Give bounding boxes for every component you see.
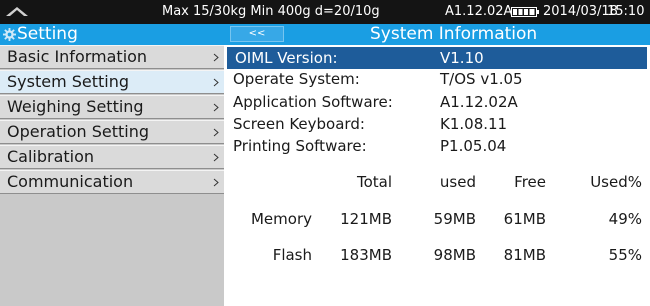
sidebar-item-operation-setting[interactable]: Operation Setting — [0, 120, 224, 144]
gear-icon — [3, 28, 16, 41]
brand-logo-icon — [6, 7, 28, 16]
info-label: Operate System: — [233, 70, 360, 88]
info-value: T/OS v1.05 — [440, 70, 523, 88]
sidebar-item-label: System Setting — [7, 72, 130, 91]
sidebar-item-label: Weighing Setting — [7, 97, 144, 116]
info-label: Application Software: — [233, 93, 393, 111]
status-time: 15:10 — [607, 4, 645, 19]
chevron-right-icon — [213, 128, 219, 137]
row-label-memory: Memory — [250, 210, 312, 228]
scale-capacity-info: Max 15/30kg Min 400g d=20/10g — [162, 4, 380, 19]
back-button[interactable]: << — [230, 26, 284, 42]
system-information-panel: << System Information OIML Version: V1.1… — [224, 24, 650, 306]
battery-icon — [511, 7, 539, 17]
settings-sidebar: Setting Basic Information System Setting… — [0, 24, 224, 306]
flash-used-percent: 55% — [608, 246, 642, 264]
sidebar-title: Setting — [17, 24, 78, 44]
sidebar-item-calibration[interactable]: Calibration — [0, 145, 224, 169]
flash-used: 98MB — [433, 246, 476, 264]
memory-free: 61MB — [503, 210, 546, 228]
info-row-printing-software: Printing Software: P1.05.04 — [224, 135, 650, 157]
info-value: V1.10 — [440, 49, 484, 67]
info-label: OIML Version: — [235, 49, 338, 67]
sidebar-item-system-setting[interactable]: System Setting — [0, 70, 224, 94]
info-row-oiml-version[interactable]: OIML Version: V1.10 — [227, 47, 647, 69]
flash-free: 81MB — [503, 246, 546, 264]
sidebar-item-basic-information[interactable]: Basic Information — [0, 45, 224, 69]
info-value: K1.08.11 — [440, 115, 508, 133]
sidebar-item-weighing-setting[interactable]: Weighing Setting — [0, 95, 224, 119]
column-header-total: Total — [356, 173, 392, 191]
sidebar-item-communication[interactable]: Communication — [0, 170, 224, 194]
scale-terminal-screen: Max 15/30kg Min 400g d=20/10g A1.12.02A … — [0, 0, 650, 306]
column-header-used: used — [439, 173, 476, 191]
chevron-right-icon — [213, 78, 219, 87]
info-value: P1.05.04 — [440, 137, 507, 155]
memory-total: 121MB — [340, 210, 392, 228]
info-row-operate-system: Operate System: T/OS v1.05 — [224, 68, 650, 90]
chevron-right-icon — [213, 153, 219, 162]
info-label: Printing Software: — [233, 137, 367, 155]
row-label-flash: Flash — [272, 246, 312, 264]
sidebar-header: Setting — [0, 24, 224, 45]
status-bar: Max 15/30kg Min 400g d=20/10g A1.12.02A … — [0, 0, 650, 24]
info-row-application-software: Application Software: A1.12.02A — [224, 91, 650, 113]
info-label: Screen Keyboard: — [233, 115, 365, 133]
info-value: A1.12.02A — [440, 93, 518, 111]
column-header-free: Free — [514, 173, 546, 191]
panel-header: << System Information — [224, 24, 650, 45]
info-row-screen-keyboard: Screen Keyboard: K1.08.11 — [224, 113, 650, 135]
memory-used-percent: 49% — [608, 210, 642, 228]
sidebar-item-label: Operation Setting — [7, 122, 149, 141]
page-title: System Information — [370, 24, 538, 44]
firmware-version: A1.12.02A — [445, 4, 513, 19]
sidebar-item-label: Calibration — [7, 147, 95, 166]
chevron-right-icon — [213, 53, 219, 62]
chevron-right-icon — [213, 103, 219, 112]
chevron-right-icon — [213, 178, 219, 187]
sidebar-item-label: Basic Information — [7, 47, 148, 66]
memory-used: 59MB — [433, 210, 476, 228]
column-header-used-percent: Used% — [590, 173, 642, 191]
sidebar-item-label: Communication — [7, 172, 134, 191]
flash-total: 183MB — [340, 246, 392, 264]
